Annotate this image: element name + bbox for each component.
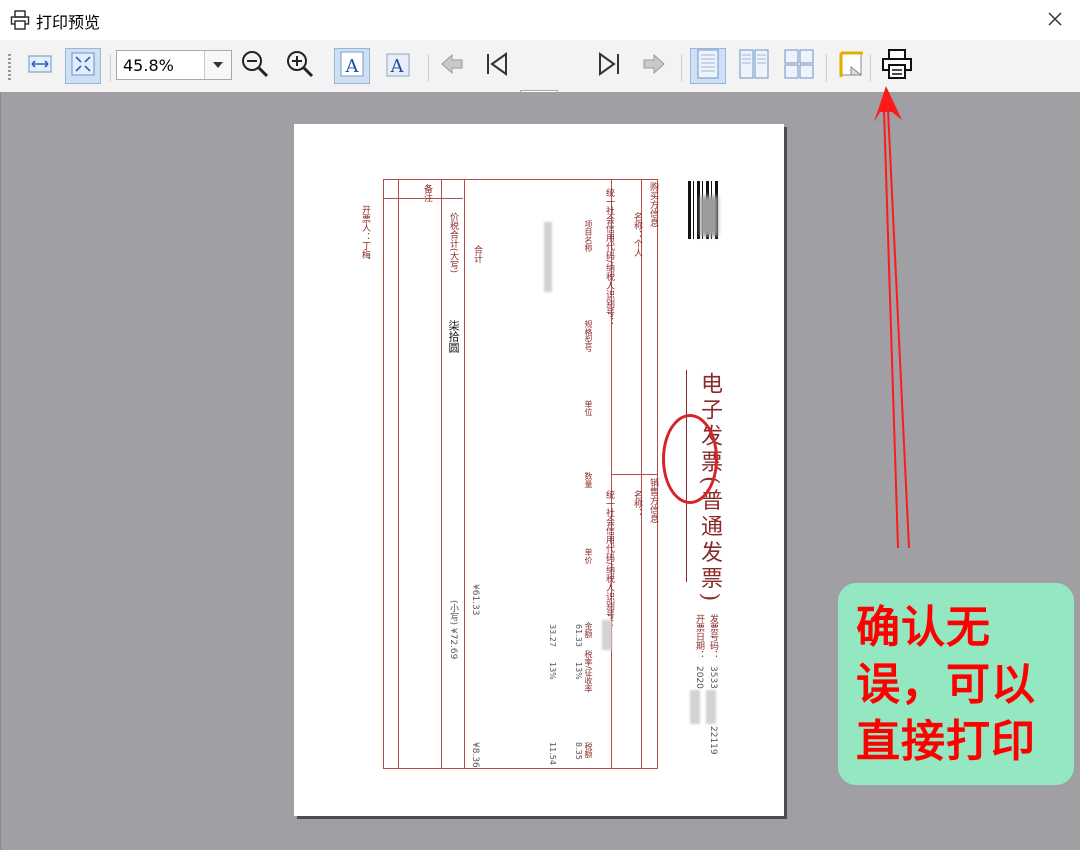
- tax-row2: 11.54: [548, 742, 557, 765]
- grand-label: 价税合计(大写): [448, 212, 458, 274]
- toolbar-grip[interactable]: [8, 54, 11, 80]
- four-page-button[interactable]: [781, 48, 817, 84]
- close-icon[interactable]: [1044, 8, 1066, 30]
- print-button[interactable]: [879, 48, 915, 84]
- two-page-button[interactable]: [736, 48, 772, 84]
- zoom-value: 45.8%: [123, 56, 174, 75]
- invoice-date-frag: 2020: [694, 666, 704, 689]
- text-normal-button[interactable]: A: [334, 48, 370, 84]
- col-tax: 税额: [584, 742, 593, 758]
- col-price: 单价: [584, 548, 593, 564]
- buyer-label: 购买方信息: [648, 182, 658, 227]
- annotation-callout: 确认无误，可以直接打印: [838, 583, 1074, 785]
- rate-row1: 13%: [574, 662, 583, 680]
- four-page-icon: [784, 49, 814, 83]
- prev-page-button[interactable]: [434, 48, 470, 84]
- zoom-out-button[interactable]: [237, 48, 273, 84]
- invoice-no-frag: 3533: [708, 666, 718, 689]
- col-spec: 规格型号: [584, 320, 593, 352]
- text-normal-icon: A: [338, 50, 366, 82]
- zoom-select[interactable]: 45.8%: [116, 50, 232, 80]
- window-title: 打印预览: [36, 13, 101, 32]
- fit-page-icon: [70, 51, 96, 81]
- grand-words: 柒拾圆: [447, 320, 460, 353]
- buyer-tax-label: 统一社会信用代码/纳税人识别号：: [604, 188, 614, 327]
- single-page-button[interactable]: [690, 48, 726, 84]
- buyer-name: 名称：个人: [632, 212, 642, 257]
- text-smooth-icon: A: [384, 50, 412, 82]
- seller-tax-label: 统一社会信用代码/纳税人识别号：: [604, 490, 614, 629]
- invoice-seal: [662, 414, 718, 504]
- issuer: 开票人：丁梅: [360, 205, 370, 259]
- seller-name: 名称：: [632, 490, 642, 517]
- annotation-text: 确认无误，可以直接打印: [856, 602, 1036, 767]
- two-page-icon: [739, 49, 769, 83]
- fit-page-button[interactable]: [65, 48, 101, 84]
- col-item: 项目名称: [584, 220, 593, 252]
- last-page-button[interactable]: [592, 48, 628, 84]
- col-taxrate: 税率/征收率: [584, 650, 593, 693]
- redacted-item: [544, 222, 552, 292]
- first-page-icon: [482, 50, 510, 82]
- svg-text:A: A: [345, 56, 360, 77]
- redacted-seller-tax: [602, 620, 612, 650]
- zoom-in-button[interactable]: [282, 48, 318, 84]
- total-amount: ¥61.33: [470, 584, 480, 616]
- invoice-date-label: 开票日期：: [694, 614, 704, 659]
- col-amount: 金额: [584, 622, 593, 638]
- svg-text:A: A: [390, 56, 405, 77]
- redacted-qr: [700, 196, 718, 236]
- redacted-invoice-date: [690, 690, 700, 724]
- col-qty: 数量: [584, 472, 593, 488]
- redacted-invoice-no: [706, 690, 716, 724]
- total-label: 合计: [472, 245, 482, 263]
- col-unit: 单位: [584, 400, 593, 416]
- page-setup-icon: [837, 49, 867, 83]
- single-page-icon: [695, 49, 721, 83]
- first-page-button[interactable]: [478, 48, 514, 84]
- zoom-out-icon: [240, 49, 270, 83]
- print-icon: [881, 48, 913, 84]
- invoice-no-label: 发票号码：: [708, 614, 718, 659]
- tax-row1: 8.35: [574, 742, 583, 760]
- amount-row2: 33.27: [548, 624, 557, 647]
- title-bar: 打印预览: [0, 0, 1080, 40]
- rate-row2: 13%: [548, 662, 557, 680]
- text-smooth-button[interactable]: A: [380, 48, 416, 84]
- page-setup-button[interactable]: [834, 48, 870, 84]
- last-page-icon: [596, 50, 624, 82]
- remark-label: 备注: [422, 184, 432, 202]
- printer-icon: [10, 10, 30, 34]
- arrow-right-icon: [640, 50, 668, 82]
- grand-small: (小写) ¥72.69: [448, 600, 458, 660]
- total-tax: ¥8.36: [470, 742, 480, 768]
- fit-width-button[interactable]: [22, 48, 58, 84]
- chevron-down-icon[interactable]: [204, 51, 231, 79]
- fit-width-icon: [27, 51, 53, 81]
- zoom-in-icon: [285, 49, 315, 83]
- next-page-button[interactable]: [636, 48, 672, 84]
- arrow-left-icon: [438, 50, 466, 82]
- seller-label: 销售方信息: [648, 478, 658, 523]
- amount-row1: 61.33: [574, 624, 583, 647]
- invoice-no-tail: 22119: [708, 726, 718, 755]
